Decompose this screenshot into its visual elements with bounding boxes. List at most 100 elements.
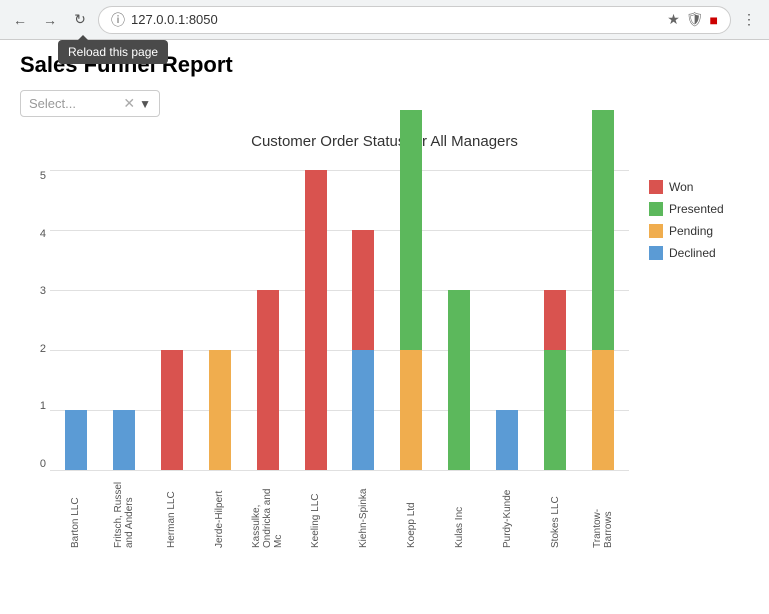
y-axis-label: 3 xyxy=(22,285,46,297)
chart-area: 0 1 2 3 4 5 Barton LLC Fritsch, Russel and And… xyxy=(20,170,629,550)
x-axis-label: Kassulke, Ondricka and Mc xyxy=(251,473,284,548)
bar-stack xyxy=(209,350,231,470)
bar-segment-declined xyxy=(352,350,374,470)
x-axis-label: Fritsch, Russel and Anders xyxy=(113,473,135,548)
reload-button[interactable]: ↻ Reload this page xyxy=(68,8,92,32)
shield-icon: 🛡 xyxy=(686,11,704,28)
bar-segment-won xyxy=(352,230,374,350)
select-clear-icon[interactable]: ✕ xyxy=(123,95,135,112)
chart-section: Customer Order Status for All Managers 0… xyxy=(20,133,749,550)
x-labels: Barton LLC Fritsch, Russel and Anders Herm… xyxy=(50,473,629,548)
x-axis-label: Kiehn-Spinka xyxy=(358,473,369,548)
bar-group xyxy=(581,170,625,470)
x-axis-label: Keeling LLC xyxy=(310,473,321,548)
bar-stack xyxy=(352,230,374,470)
x-axis-label: Jerde-Hilpert xyxy=(214,473,225,548)
bar-segment-won xyxy=(257,290,279,470)
x-label-cell: Stokes LLC xyxy=(533,473,577,548)
y-axis-label: 4 xyxy=(22,228,46,240)
bar-group xyxy=(54,170,98,470)
menu-button[interactable]: ⋮ xyxy=(737,8,761,32)
x-label-cell: Koepp Ltd xyxy=(389,473,433,548)
x-label-cell: Herman LLC xyxy=(150,473,194,548)
bar-segment-presented xyxy=(544,350,566,470)
bar-stack xyxy=(592,110,614,470)
bar-stack xyxy=(305,170,327,470)
forward-button[interactable]: → xyxy=(38,8,62,32)
bar-stack xyxy=(400,110,422,470)
x-axis-label: Kulas Inc xyxy=(454,473,465,548)
bars-container xyxy=(50,170,629,470)
bar-group xyxy=(342,170,386,470)
legend-label: Declined xyxy=(669,246,716,260)
bar-stack xyxy=(161,350,183,470)
manager-select[interactable]: Select... ✕ ▼ xyxy=(20,90,160,117)
bar-stack xyxy=(257,290,279,470)
legend-item: Presented xyxy=(649,202,749,216)
page-content: Sales Funnel Report Select... ✕ ▼ Custom… xyxy=(0,40,769,562)
bar-segment-declined xyxy=(65,410,87,470)
legend-item: Pending xyxy=(649,224,749,238)
bar-segment-presented xyxy=(592,110,614,350)
legend-swatch xyxy=(649,224,663,238)
bar-segment-won xyxy=(305,170,327,470)
x-axis-label: Barton LLC xyxy=(70,473,81,548)
bar-group xyxy=(437,170,481,470)
y-axis-label: 0 xyxy=(22,458,46,470)
y-axis-label: 5 xyxy=(22,170,46,182)
page-title: Sales Funnel Report xyxy=(20,52,749,78)
bar-segment-presented xyxy=(400,110,422,350)
x-label-cell: Barton LLC xyxy=(54,473,98,548)
bar-segment-pending xyxy=(209,350,231,470)
bar-segment-pending xyxy=(400,350,422,470)
x-label-cell: Kiehn-Spinka xyxy=(342,473,386,548)
extension-icon: ■ xyxy=(710,12,718,28)
chart-title: Customer Order Status for All Managers xyxy=(20,133,749,150)
bar-stack xyxy=(113,410,135,470)
legend-label: Presented xyxy=(669,202,724,216)
legend-swatch xyxy=(649,180,663,194)
address-action-icons: ★ 🛡 ■ xyxy=(667,11,718,28)
bar-stack xyxy=(448,290,470,470)
url-text: 127.0.0.1:8050 xyxy=(131,12,218,27)
x-label-cell: Purdy-Kunde xyxy=(485,473,529,548)
x-axis-label: Koepp Ltd xyxy=(406,473,417,548)
x-axis-label: Purdy-Kunde xyxy=(502,473,513,548)
y-axis: 0 1 2 3 4 5 xyxy=(22,170,46,470)
x-label-cell: Fritsch, Russel and Anders xyxy=(102,473,146,548)
address-bar[interactable]: ⓘ 127.0.0.1:8050 ★ 🛡 ■ xyxy=(98,6,731,34)
bar-segment-declined xyxy=(113,410,135,470)
bar-stack xyxy=(65,410,87,470)
back-button[interactable]: ← xyxy=(8,8,32,32)
x-label-cell: Keeling LLC xyxy=(294,473,338,548)
grid-line xyxy=(50,470,629,471)
x-label-cell: Kassulke, Ondricka and Mc xyxy=(246,473,290,548)
x-label-cell: Jerde-Hilpert xyxy=(198,473,242,548)
bar-segment-presented xyxy=(448,290,470,470)
star-icon[interactable]: ★ xyxy=(667,11,680,28)
bar-group xyxy=(294,170,338,470)
bar-segment-won xyxy=(544,290,566,350)
bar-stack xyxy=(496,410,518,470)
info-icon: ⓘ xyxy=(111,10,125,30)
legend-swatch xyxy=(649,202,663,216)
x-axis-label: Trantow-Barrows xyxy=(592,473,614,548)
legend-label: Won xyxy=(669,180,693,194)
bar-segment-declined xyxy=(496,410,518,470)
legend-swatch xyxy=(649,246,663,260)
select-placeholder: Select... xyxy=(29,96,119,111)
chart-inner: 012345 Barton LLCFritsch, Russel and And… xyxy=(50,170,629,470)
x-label-cell: Kulas Inc xyxy=(437,473,481,548)
bar-segment-won xyxy=(161,350,183,470)
bar-segment-pending xyxy=(592,350,614,470)
legend: Won Presented Pending Declined xyxy=(649,170,749,550)
y-axis-label: 2 xyxy=(22,343,46,355)
legend-item: Declined xyxy=(649,246,749,260)
bar-group xyxy=(102,170,146,470)
select-arrow-icon[interactable]: ▼ xyxy=(139,97,151,111)
y-axis-label: 1 xyxy=(22,400,46,412)
bar-group xyxy=(389,170,433,470)
bar-group xyxy=(150,170,194,470)
x-axis-label: Herman LLC xyxy=(166,473,177,548)
bar-group xyxy=(485,170,529,470)
